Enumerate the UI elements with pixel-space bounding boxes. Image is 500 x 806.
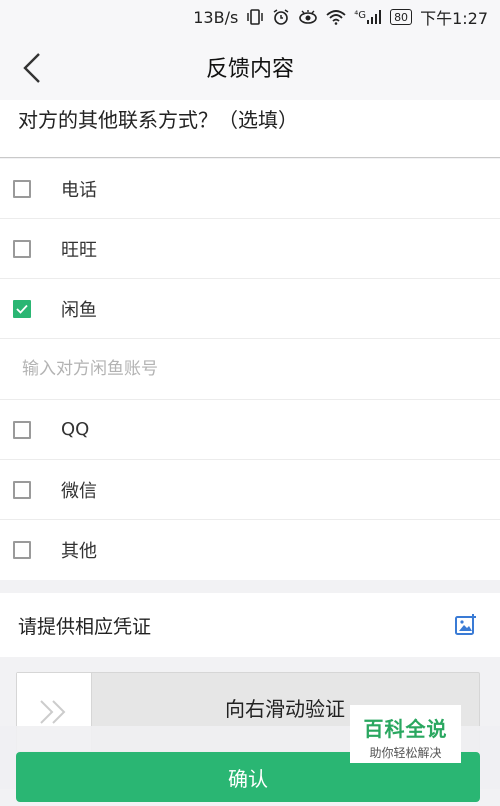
option-qq[interactable]: QQ [0, 400, 500, 460]
watermark-subtitle: 助你轻松解决 [369, 746, 442, 760]
xianyu-account-input[interactable] [20, 339, 484, 399]
checkbox[interactable] [13, 480, 31, 499]
option-label: 闲鱼 [61, 299, 97, 321]
option-other[interactable]: 其他 [0, 520, 500, 580]
option-label: 微信 [61, 480, 97, 502]
wifi-icon [326, 9, 346, 25]
chevron-left-icon [23, 53, 40, 83]
option-label: 电话 [61, 179, 97, 201]
add-image-icon[interactable] [454, 613, 478, 637]
option-label: QQ [61, 419, 90, 440]
vibrate-icon [246, 9, 264, 25]
network-type: ⁴G [354, 10, 367, 21]
alarm-icon [272, 8, 290, 26]
evidence-label: 请提供相应凭证 [18, 615, 152, 638]
watermark-title: 百科全说 [363, 717, 448, 741]
xianyu-account-row [0, 339, 500, 400]
evidence-row: 请提供相应凭证 [0, 593, 500, 657]
option-label: 旺旺 [61, 239, 97, 261]
check-icon [16, 304, 28, 314]
page-title: 反馈内容 [205, 57, 294, 82]
checkbox[interactable] [13, 541, 31, 559]
option-xianyu[interactable]: 闲鱼 [0, 279, 500, 339]
contact-options-list: 电话 旺旺 闲鱼 QQ 微信 其他 [0, 159, 500, 580]
double-chevron-right-icon [40, 700, 66, 724]
option-phone[interactable]: 电话 [0, 159, 500, 219]
checkbox[interactable] [13, 239, 31, 258]
option-wangwang[interactable]: 旺旺 [0, 219, 500, 279]
checkbox-checked[interactable] [13, 299, 31, 318]
network-speed: 13B/s [193, 7, 239, 27]
signal-icon: ⁴G [354, 10, 382, 24]
eye-icon [298, 9, 318, 25]
watermark-logo: 百科全说 助你轻松解决 [350, 705, 461, 763]
navigation-bar: 反馈内容 [0, 34, 500, 100]
battery-indicator: 80 [390, 9, 413, 25]
status-bar: 13B/s ⁴G 80 下午1:27 [0, 0, 500, 34]
option-wechat[interactable]: 微信 [0, 460, 500, 520]
clock: 下午1:27 [420, 9, 488, 28]
option-label: 其他 [61, 541, 97, 562]
back-button[interactable] [14, 48, 50, 88]
checkbox[interactable] [13, 420, 31, 439]
checkbox[interactable] [13, 179, 31, 198]
contact-section-title: 对方的其他联系方式？（选填） [0, 100, 500, 158]
